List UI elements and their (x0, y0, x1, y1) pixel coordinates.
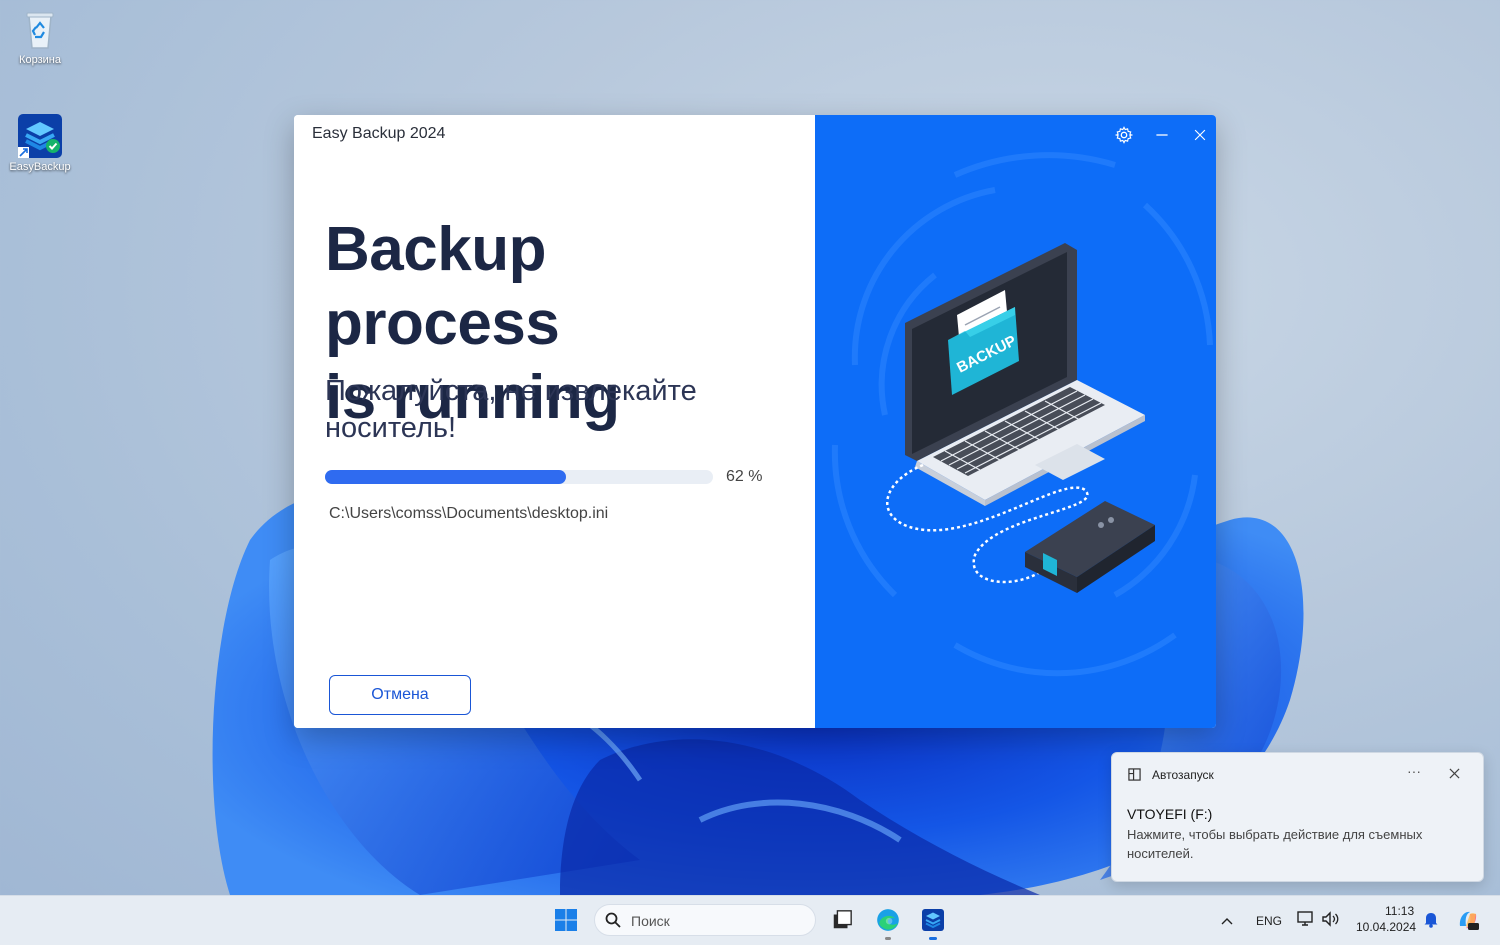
edge-taskbar-button[interactable] (871, 904, 905, 940)
notification-close-icon[interactable] (1449, 766, 1460, 784)
taskbar: Поиск ENG 11:13 10.04.2024 (0, 895, 1500, 945)
windows-logo-icon (555, 909, 577, 931)
volume-icon[interactable] (1321, 910, 1341, 933)
desktop-icon-label: Корзина (19, 54, 61, 66)
autoplay-notification[interactable]: Автозапуск ··· VTOYEFI (F:) Нажмите, что… (1111, 752, 1484, 882)
backup-illustration: BACKUP (831, 152, 1213, 677)
window-title: Easy Backup 2024 (312, 125, 446, 142)
subtitle: Пожалуйста, не извлекайте носитель! (325, 375, 697, 444)
notification-message: Нажмите, чтобы выбрать действие для съем… (1127, 827, 1423, 861)
notification-device: VTOYEFI (F:) (1127, 806, 1213, 822)
task-view-icon (833, 910, 852, 929)
easybackup-app-icon (17, 113, 63, 159)
progress-bar (325, 470, 713, 484)
more-options-icon[interactable]: ··· (1407, 763, 1421, 779)
content-panel: Easy Backup 2024 Backup process is runni… (294, 115, 815, 728)
recycle-bin-icon (17, 6, 63, 52)
cancel-button[interactable]: Отмена (329, 675, 471, 715)
notification-bell-icon[interactable] (1423, 910, 1439, 933)
clock-date[interactable]: 10.04.2024 (1356, 920, 1416, 934)
network-icon[interactable] (1297, 910, 1315, 933)
clock-time[interactable]: 11:13 (1385, 904, 1414, 918)
easybackup-taskbar-button[interactable] (916, 904, 950, 940)
easy-backup-window: Easy Backup 2024 Backup process is runni… (294, 115, 1216, 728)
search-placeholder: Поиск (631, 913, 670, 929)
start-button[interactable] (549, 904, 583, 936)
autoplay-icon (1128, 768, 1141, 781)
illustration-panel: BACKUP (815, 115, 1216, 728)
taskbar-search[interactable]: Поиск (594, 904, 816, 936)
running-indicator (885, 937, 891, 940)
desktop-icon-easybackup[interactable]: EasyBackup (0, 113, 80, 173)
copilot-icon[interactable] (1456, 908, 1480, 937)
easybackup-app-icon (922, 909, 944, 931)
desktop-icon-label: EasyBackup (9, 161, 71, 173)
desktop-icon-recycle-bin[interactable]: Корзина (0, 6, 80, 66)
task-view-button[interactable] (825, 904, 859, 936)
progress-percent: 62 % (726, 468, 763, 485)
notification-app-name: Автозапуск (1152, 768, 1214, 782)
current-file-path: C:\Users\comss\Documents\desktop.ini (329, 505, 609, 522)
search-icon (605, 912, 621, 928)
language-indicator[interactable]: ENG (1256, 914, 1282, 928)
progress-fill (325, 470, 566, 484)
edge-browser-icon (877, 909, 899, 931)
show-hidden-icons-chevron-icon[interactable] (1221, 912, 1233, 930)
running-indicator (929, 937, 937, 940)
headline-line-1: Backup process (325, 215, 560, 358)
